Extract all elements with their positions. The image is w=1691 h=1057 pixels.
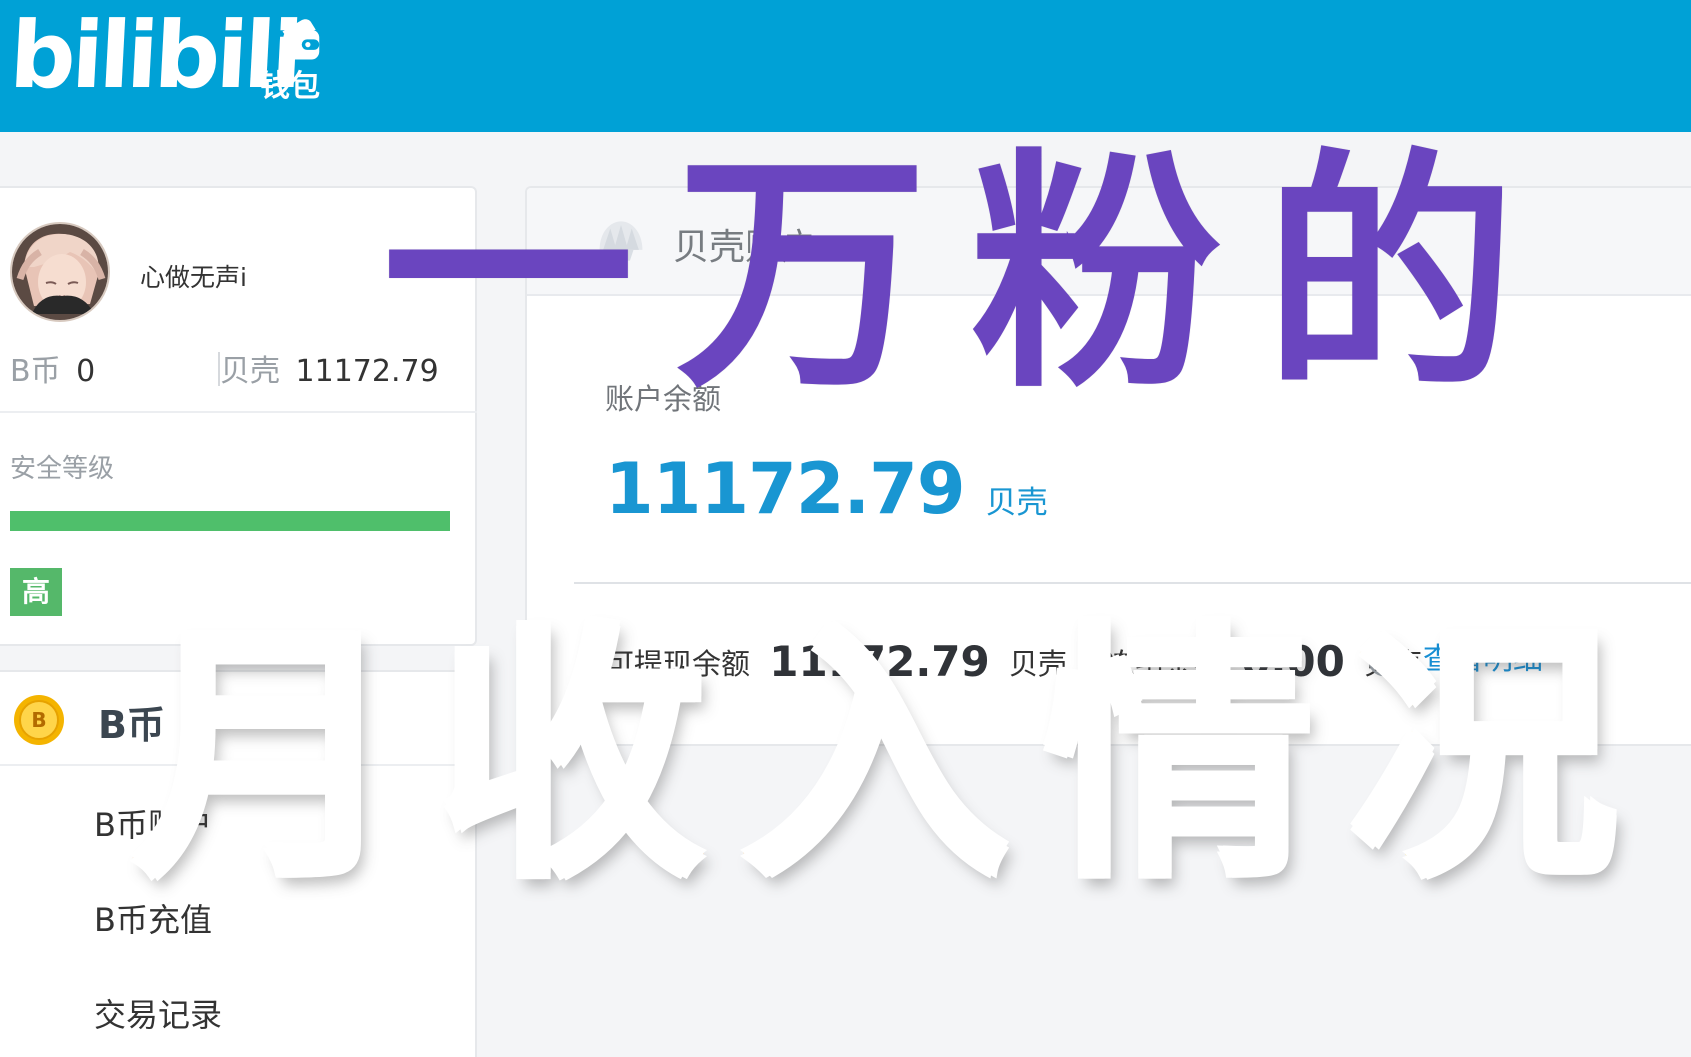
- balance-summary-row: 可提现余额 11172.79 贝壳 冻结余额 0.00 贝壳 查看明细: [605, 640, 1685, 704]
- shell-account-card: 贝壳账户 账户余额 11172.79 贝壳 可提现余额 11172.79 贝壳 …: [525, 186, 1691, 746]
- svg-text:B: B: [31, 708, 46, 732]
- frozen-balance-label: 冻结余额: [1106, 647, 1223, 681]
- security-progress-fill: [10, 511, 450, 531]
- shell-account-title: 贝壳账户: [673, 227, 818, 268]
- top-navigation-bar: bilibili 钱包: [0, 0, 1691, 132]
- withdrawable-balance: 可提现余额 11172.79 贝壳: [605, 640, 1067, 684]
- wallet-label: 钱包: [260, 69, 320, 104]
- security-progress-bar: [10, 511, 450, 531]
- account-balance-unit: 贝壳: [985, 485, 1048, 521]
- menu-item-bcoin-account[interactable]: B币账户: [94, 809, 212, 841]
- profile-card: 心做无声i B币 0 贝壳 11172.79 安全等级 高: [0, 186, 477, 646]
- bcoin-balance-label: B币: [10, 354, 61, 389]
- bcoin-section-title: B币: [98, 703, 165, 747]
- withdrawable-balance-unit: 贝壳: [1008, 647, 1067, 681]
- menu-item-bcoin-recharge[interactable]: B币充值: [94, 904, 212, 936]
- view-details-link[interactable]: 查看明细: [1423, 640, 1543, 680]
- shell-balance-value: 11172.79: [295, 354, 439, 389]
- bcoin-balance-value: 0: [76, 354, 96, 389]
- withdrawable-balance-value: 11172.79: [769, 637, 990, 686]
- bcoin-icon: B: [14, 695, 64, 745]
- wallet-page: bilibili 钱包 心做无声i B币 0 贝壳 11172.79 安全等级 …: [0, 0, 1691, 1057]
- username[interactable]: 心做无声i: [140, 258, 247, 294]
- security-level-badge: 高: [10, 568, 62, 616]
- shell-icon: [599, 221, 643, 261]
- shell-balance-label: 贝壳: [220, 354, 280, 389]
- account-balance: 11172.79 贝壳: [605, 454, 1048, 524]
- bcoin-header: B B币: [0, 672, 477, 766]
- profile-separator: [0, 411, 477, 413]
- avatar[interactable]: [10, 222, 110, 322]
- avatar-illustration: [12, 224, 108, 320]
- balance-separator: [574, 582, 1691, 584]
- account-balance-label: 账户余额: [605, 382, 722, 416]
- wallet-icon: [282, 19, 320, 60]
- shell-balance: 贝壳 11172.79: [220, 346, 439, 390]
- frozen-balance-value: 0.00: [1241, 637, 1345, 686]
- shell-account-header: 贝壳账户: [527, 188, 1691, 296]
- info-icon[interactable]: [1367, 644, 1401, 678]
- security-level-label: 安全等级: [10, 454, 115, 484]
- bcoin-card: B B币 B币账户 B币充值 交易记录: [0, 670, 477, 1057]
- withdrawable-balance-label: 可提现余额: [605, 647, 751, 681]
- account-balance-value: 11172.79: [605, 448, 966, 530]
- profile-balance-row: B币 0 贝壳 11172.79: [10, 346, 460, 394]
- bilibili-logo[interactable]: bilibili: [7, 2, 302, 109]
- menu-item-transaction-history[interactable]: 交易记录: [94, 999, 222, 1031]
- bcoin-balance: B币 0: [10, 346, 95, 390]
- wallet-brand[interactable]: 钱包: [260, 14, 336, 114]
